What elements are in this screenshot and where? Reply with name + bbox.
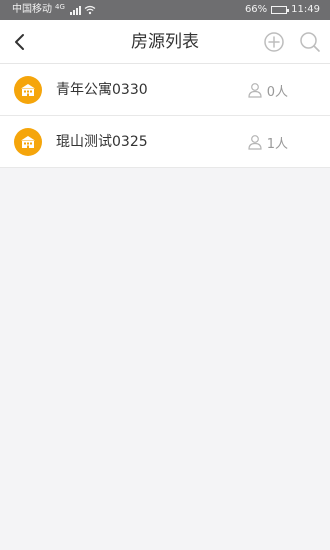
- status-bar: 中国移动 4G 66% 11:49: [0, 0, 330, 20]
- occupant-count-label: 1人: [266, 136, 288, 152]
- status-left: 中国移动 4G: [12, 0, 96, 20]
- occupant-count-label: 0人: [266, 84, 288, 100]
- search-icon[interactable]: [298, 30, 322, 54]
- wifi-icon: [84, 5, 96, 15]
- property-name: 琨山测试0325: [56, 134, 148, 150]
- property-name: 青年公寓0330: [56, 82, 148, 98]
- nav-bar: 房源列表: [0, 20, 330, 64]
- occupant-count: 1人: [247, 116, 288, 168]
- list-item[interactable]: 青年公寓0330 0人: [0, 64, 330, 116]
- carrier-label: 中国移动: [12, 4, 52, 15]
- occupant-count: 0人: [247, 64, 288, 116]
- signal-icon: [69, 5, 81, 15]
- person-icon: [248, 83, 262, 98]
- network-type-label: 4G: [55, 3, 65, 11]
- status-right: 66% 11:49: [245, 0, 320, 20]
- property-list: 青年公寓0330 0人 琨山测试0325 1人: [0, 64, 330, 168]
- battery-icon: [271, 6, 290, 14]
- battery-percent: 66%: [244, 4, 268, 15]
- list-item[interactable]: 琨山测试0325 1人: [0, 116, 330, 168]
- clock: 11:49: [291, 4, 320, 15]
- building-icon: [14, 76, 42, 104]
- person-icon: [248, 135, 262, 150]
- add-icon[interactable]: [262, 30, 286, 54]
- building-icon: [14, 128, 42, 156]
